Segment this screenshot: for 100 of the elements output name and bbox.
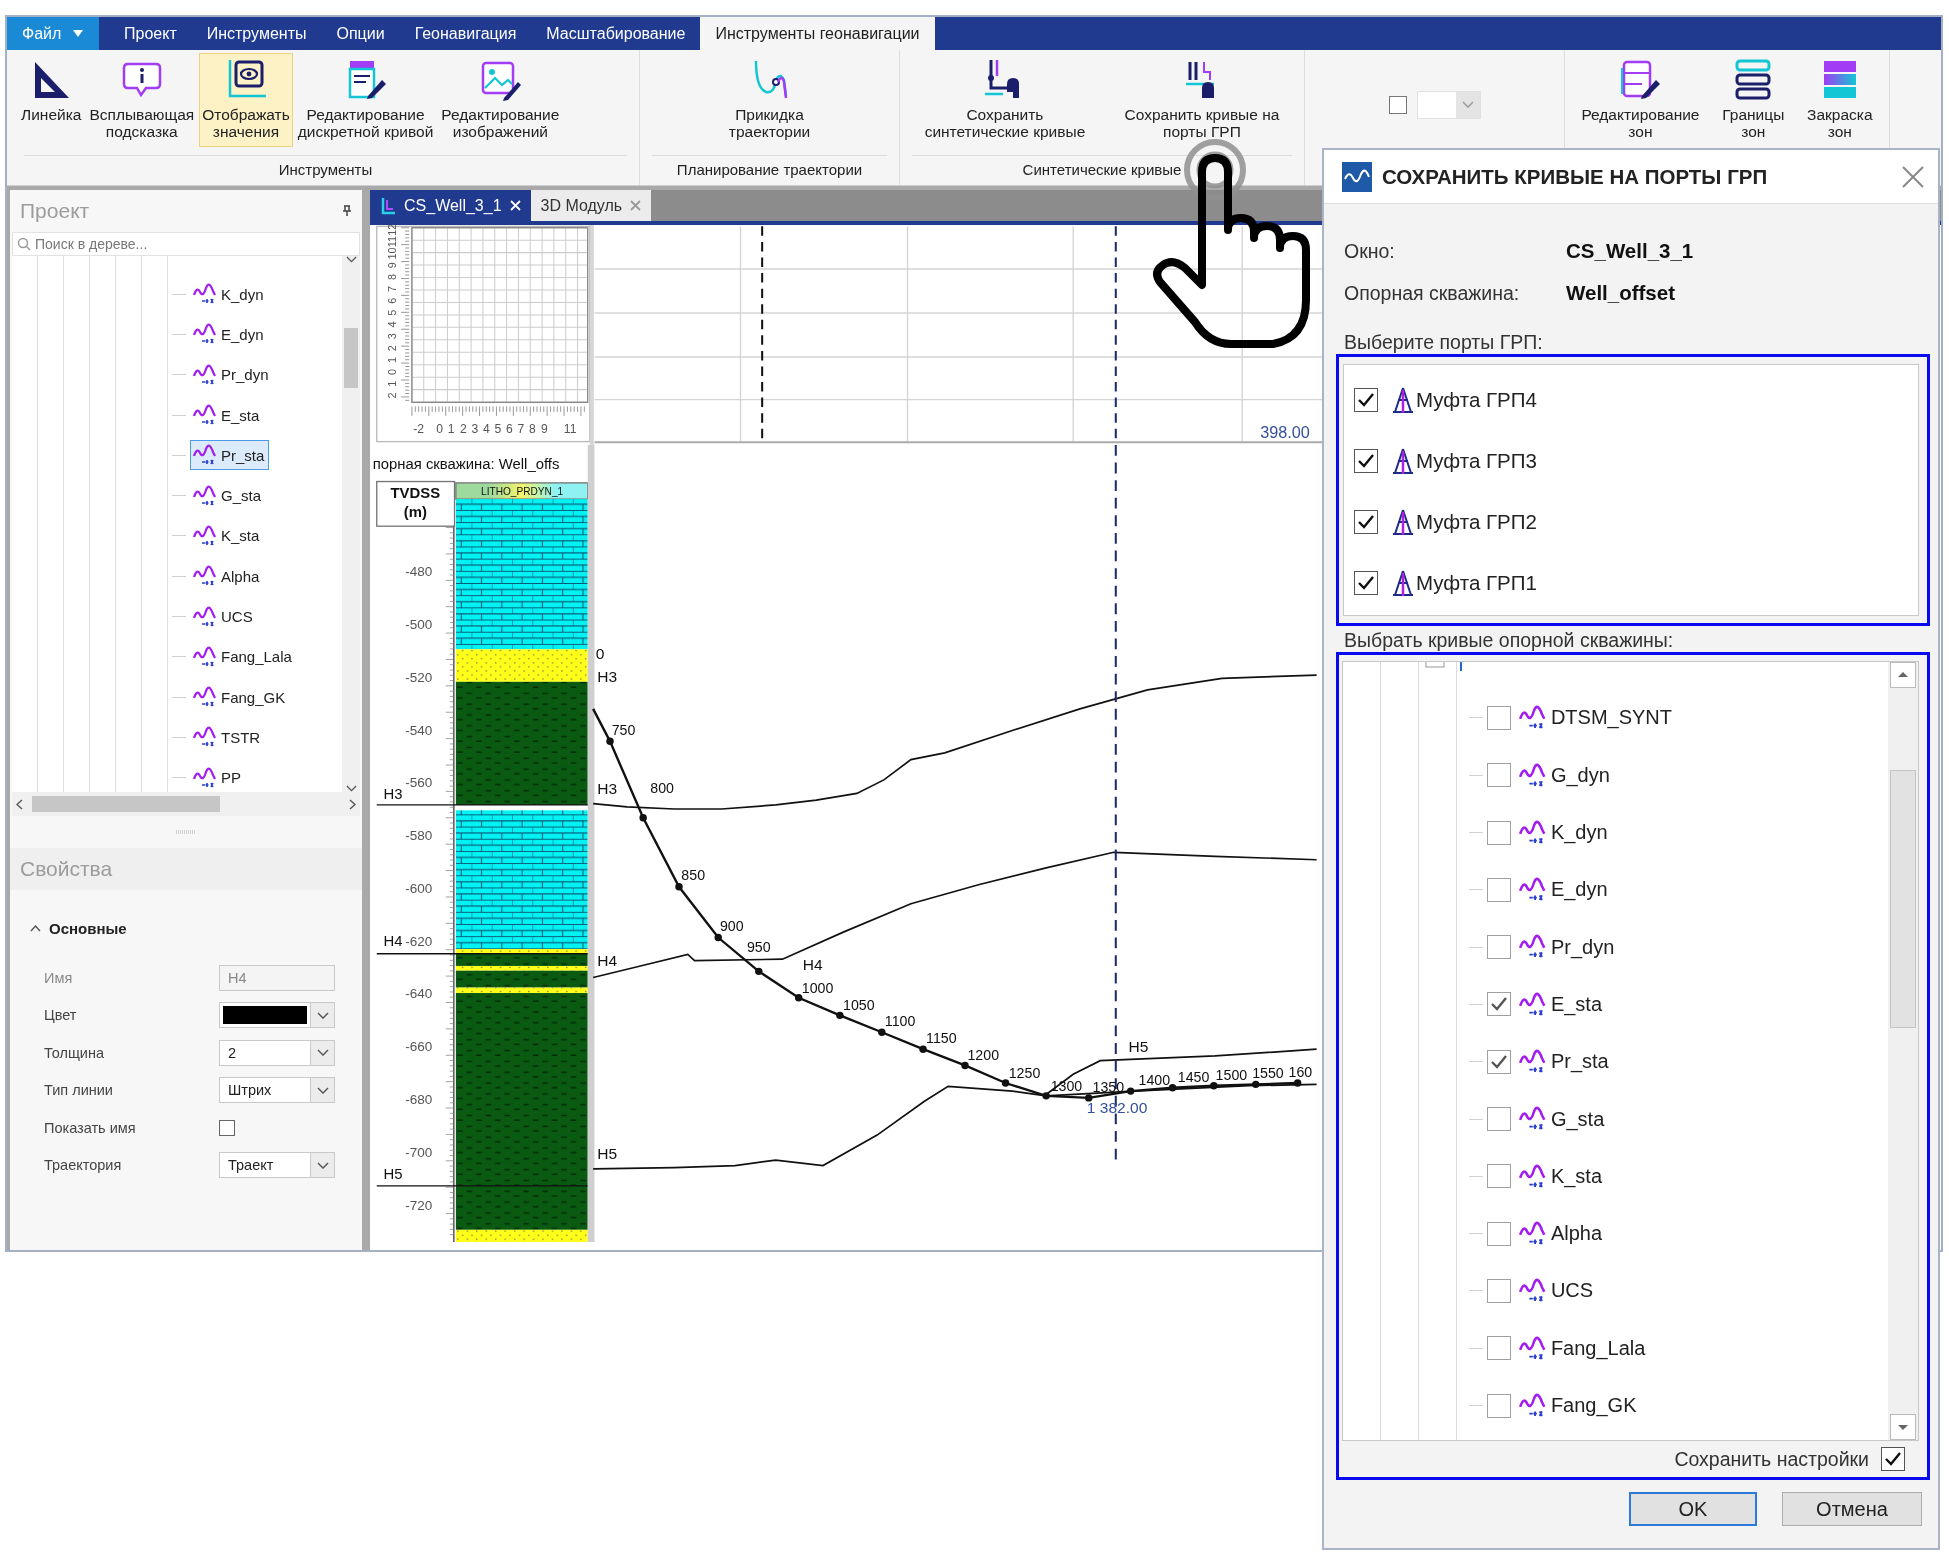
ribbon-button[interactable]: Закраска зон [1804,53,1876,147]
checkbox[interactable] [1487,1164,1511,1189]
ribbon-button[interactable]: Редактирование дискретной кривой [294,53,437,147]
section-header[interactable]: Основные [10,890,362,959]
checkbox[interactable] [1487,877,1511,902]
tree-item[interactable]: E_dyn [190,319,269,350]
scrollbar[interactable] [342,256,360,792]
port-item[interactable]: Муфта ГРП4 [1392,385,1537,414]
curve-item[interactable]: Alpha [1519,1220,1603,1247]
scrollbar[interactable] [1888,662,1918,1440]
axis-label: 11 [563,422,577,437]
station-label: 1050 [843,996,875,1013]
checkbox[interactable] [1487,1049,1511,1074]
document-tab[interactable]: CS_Well_3_1 [370,190,531,221]
checkbox[interactable] [1487,1278,1511,1303]
ribbon-button[interactable]: Отображать значения [199,53,293,147]
value-label: 398.00 [1260,423,1310,442]
checkbox[interactable] [1354,387,1378,412]
dropdown[interactable]: Траект [219,1152,335,1179]
checkbox[interactable] [1487,763,1511,788]
curve-item[interactable]: G_sta [1519,1106,1605,1132]
checkbox[interactable] [1881,1447,1905,1471]
checkbox[interactable] [1487,1107,1511,1131]
ribbon-button[interactable]: Всплывающая подсказка [86,53,198,147]
curve-item[interactable]: G_dyn [1519,762,1610,788]
checkbox[interactable] [1487,935,1511,960]
curve-item[interactable]: Pr_dyn [1519,934,1615,960]
group-title: Инструменты [24,155,627,185]
checkbox[interactable] [1388,95,1407,114]
curve-item[interactable]: Fang_Lala [1519,1335,1646,1361]
axis-label: -520 [405,669,433,685]
checkbox[interactable] [1487,1393,1511,1418]
tree-item[interactable]: Pr_dyn [190,359,274,390]
checkbox[interactable] [1487,820,1511,845]
ribbon-button[interactable]: Сохранить синтетические кривые [921,53,1089,147]
curve-item[interactable]: UCS [1519,1278,1594,1304]
port-item[interactable]: Муфта ГРП2 [1392,507,1537,536]
group-title: Синтетические кривые [912,155,1292,185]
horizon-label: H5 [597,1145,618,1163]
curve-item[interactable]: Fang_GK [1519,1392,1637,1419]
menu-tab[interactable]: Геонавигация [399,17,532,50]
checkbox[interactable] [1487,1221,1511,1246]
tree-item[interactable]: K_dyn [190,279,269,310]
tree-item[interactable]: PP [190,762,246,792]
checkbox[interactable] [1354,509,1378,534]
scroll-thumb[interactable] [32,796,220,812]
curve-item[interactable]: K_sta [1519,1163,1603,1189]
tree-item[interactable]: Fang_Lala [190,641,297,672]
cancel-button[interactable]: Отмена [1782,1492,1922,1526]
curve-item[interactable]: E_dyn [1519,877,1608,903]
scroll-thumb[interactable] [344,328,358,388]
dropdown[interactable]: 2 [219,1039,335,1066]
tree-item[interactable]: Alpha [190,561,265,592]
tree-item[interactable]: TSTR [190,722,266,753]
ribbon-button[interactable]: Линейка [18,53,85,147]
axis-title: (m) [403,503,427,520]
checkbox[interactable] [1487,705,1511,730]
file-menu[interactable]: Файл [7,17,99,50]
ribbon-button[interactable]: Границы зон [1719,53,1788,147]
axis-label: 8 [528,422,536,437]
curve-item[interactable]: K_dyn [1519,819,1608,846]
search-field[interactable]: Поиск в дереве... [12,232,360,256]
port-item[interactable]: Муфта ГРП3 [1392,446,1537,475]
ribbon-button[interactable]: Редактирование изображений [438,53,563,147]
tree-item[interactable]: G_sta [190,480,267,511]
checkbox[interactable] [219,1119,235,1136]
curve-item[interactable]: DTSM_SYNT [1519,705,1672,731]
menu-tab[interactable]: Проект [109,17,192,50]
ribbon-button[interactable]: Сохранить кривые на порты ГРП [1121,53,1283,147]
dropdown[interactable]: Штрих [219,1077,335,1104]
curve-item[interactable]: E_sta [1519,991,1603,1018]
checkbox[interactable] [1354,570,1378,595]
menu-tab[interactable]: Опции [321,17,400,50]
tree-item[interactable]: Pr_sta [190,440,270,471]
menu-tab[interactable]: Масштабирование [531,17,701,50]
document-tab[interactable]: 3D Модуль [530,190,652,221]
color-picker[interactable] [219,1002,335,1029]
ok-button[interactable]: OK [1629,1492,1757,1526]
ribbon-button[interactable]: Редактирование зон [1578,53,1703,147]
axis-label: 4 [482,422,490,437]
ribbon-button[interactable]: Прикидка траектории [725,53,814,147]
menu-tab[interactable]: Инструменты [191,17,322,50]
chevron-up-icon [30,925,41,932]
port-item[interactable]: Муфта ГРП1 [1392,568,1537,597]
scroll-thumb[interactable] [1890,770,1916,1028]
scrollbar[interactable] [12,792,360,816]
axis-label: 10 [385,247,398,260]
tree-item[interactable]: UCS [190,601,258,632]
menu-tab[interactable]: Инструменты геонавигации [700,17,935,50]
axis-label: 5 [385,309,398,316]
tree-item[interactable]: K_sta [190,520,265,551]
dropdown[interactable] [1416,90,1481,119]
field-value: CS_Well_3_1 [1566,239,1694,263]
tree-item[interactable]: E_sta [190,400,265,431]
axis-label: 3 [471,422,479,437]
curve-item[interactable]: Pr_sta [1519,1049,1609,1075]
checkbox[interactable] [1354,448,1378,473]
checkbox[interactable] [1487,1336,1511,1361]
tree-item[interactable]: Fang_GK [190,682,291,713]
checkbox[interactable] [1487,992,1511,1017]
